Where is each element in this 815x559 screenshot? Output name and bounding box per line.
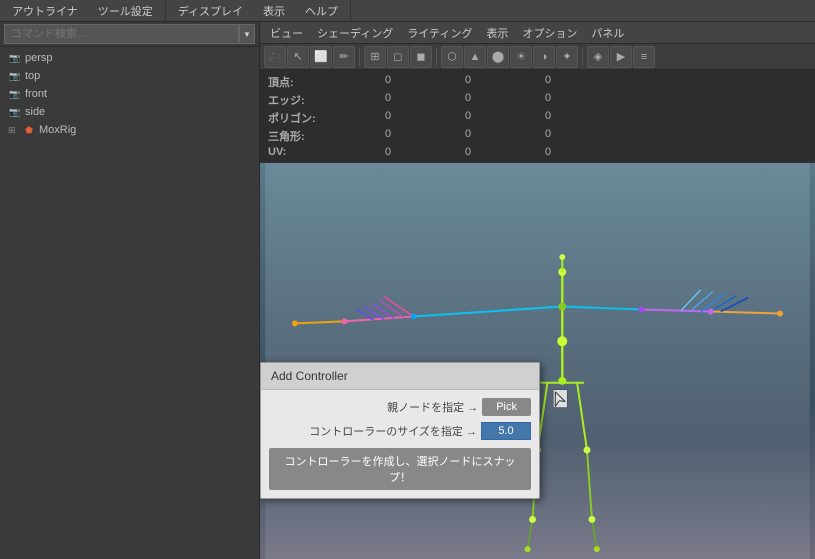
separator-3 [582,48,583,66]
viewport-canvas[interactable]: Add Controller 親ノードを指定 → Pick コントローラーのサイ… [260,163,815,559]
menu-outliner[interactable]: アウトライナ [8,3,82,19]
add-controller-dialog: Add Controller 親ノードを指定 → Pick コントローラーのサイ… [260,362,540,499]
stat-vertex-val3: 0 [508,74,588,90]
tool-light[interactable]: ☀ [510,46,532,68]
tree-item-side[interactable]: 📷 side [0,103,259,121]
stat-triangle-val1: 0 [348,128,428,144]
search-container: ▼ [0,22,259,47]
expand-icon-moxrig: ⊞ [8,125,20,136]
menu-bar: アウトライナ ツール設定 ディスプレイ 表示 ヘルプ [0,0,815,22]
stat-triangle-label: 三角形: [268,128,348,144]
stat-triangle-val3: 0 [508,128,588,144]
stat-polygon-val1: 0 [348,110,428,126]
vp-menu-options[interactable]: オプション [516,22,583,43]
right-panel: ビュー シェーディング ライティング 表示 オプション パネル 🎥 ↖ ⬜ ✏ … [260,22,815,559]
command-search-input[interactable] [4,24,239,44]
stat-polygon-val2: 0 [428,110,508,126]
stat-triangle-val2: 0 [428,128,508,144]
tool-wire[interactable]: ◻ [387,46,409,68]
tree-item-persp[interactable]: 📷 persp [0,49,259,67]
stat-vertex-val2: 0 [428,74,508,90]
left-panel: ▼ 📷 persp 📷 top 📷 front 📷 side [0,22,260,559]
rig-svg [260,163,815,559]
tree-label-persp: persp [25,52,53,64]
viewport-toolbar: 🎥 ↖ ⬜ ✏ ⊞ ◻ ◼ ⬡ ▲ ⬤ ☀ ◑ ✦ ◈ ▶ ≡ [260,44,815,70]
tool-shadow[interactable]: ◑ [533,46,555,68]
tool-select[interactable]: ↖ [287,46,309,68]
tool-nurbs[interactable]: ⬤ [487,46,509,68]
outliner-menu-section: アウトライナ ツール設定 [0,0,166,21]
vp-menu-view[interactable]: ビュー [264,22,309,43]
main-layout: ▼ 📷 persp 📷 top 📷 front 📷 side [0,22,815,559]
tree-item-moxrig[interactable]: ⊞ ⬟ MoxRig [0,121,259,139]
tool-lasso[interactable]: ⬜ [310,46,332,68]
tree-item-front[interactable]: 📷 front [0,85,259,103]
outliner-tree: 📷 persp 📷 top 📷 front 📷 side ⊞ ⬟ [0,47,259,559]
stat-edge-val2: 0 [428,92,508,108]
stat-edge-label: エッジ: [268,92,348,108]
vp-menu-shading[interactable]: シェーディング [311,22,399,43]
stat-edge-val1: 0 [348,92,428,108]
tool-grid[interactable]: ⊞ [364,46,386,68]
camera-icon-side: 📷 [8,105,22,119]
stat-uv-val1: 0 [348,146,428,158]
vp-menu-display[interactable]: 表示 [480,22,514,43]
menu-help[interactable]: ヘルプ [301,3,342,19]
dialog-row-pick: 親ノードを指定 → Pick [269,398,531,416]
dialog-body: 親ノードを指定 → Pick コントローラーのサイズを指定 → コントローラーを… [261,390,539,498]
tree-label-front: front [25,88,47,100]
stat-edge-val3: 0 [508,92,588,108]
tool-iso[interactable]: ◈ [587,46,609,68]
stat-polygon-val3: 0 [508,110,588,126]
stat-uv-label: UV: [268,146,348,158]
menu-tool-settings[interactable]: ツール設定 [94,3,157,19]
dialog-parent-label: 親ノードを指定 → [269,399,478,415]
tool-hud[interactable]: ≡ [633,46,655,68]
separator-1 [359,48,360,66]
search-dropdown-icon[interactable]: ▼ [239,24,255,44]
tool-shade[interactable]: ◼ [410,46,432,68]
stat-uv-val3: 0 [508,146,588,158]
stats-area: 頂点: 0 0 0 エッジ: 0 0 0 ポリゴン: 0 0 0 三角形: 0 … [260,70,815,163]
tree-label-side: side [25,106,45,118]
menu-view[interactable]: 表示 [259,3,289,19]
camera-icon-top: 📷 [8,69,22,83]
dialog-size-input[interactable] [481,422,531,440]
group-icon-moxrig: ⬟ [22,123,36,137]
tool-paint[interactable]: ✏ [333,46,355,68]
menu-display[interactable]: ディスプレイ [174,3,247,19]
stat-vertex-label: 頂点: [268,74,348,90]
stat-uv-val2: 0 [428,146,508,158]
tool-aa[interactable]: ✦ [556,46,578,68]
tool-obj[interactable]: ⬡ [441,46,463,68]
vp-menu-panels[interactable]: パネル [585,22,630,43]
dialog-title: Add Controller [261,363,539,390]
camera-icon-front: 📷 [8,87,22,101]
vp-menu-lighting[interactable]: ライティング [401,22,478,43]
tool-anim[interactable]: ▶ [610,46,632,68]
dialog-pick-button[interactable]: Pick [482,398,531,416]
tree-item-top[interactable]: 📷 top [0,67,259,85]
camera-icon-persp: 📷 [8,51,22,65]
dialog-row-size: コントローラーのサイズを指定 → [269,422,531,440]
tool-poly[interactable]: ▲ [464,46,486,68]
dialog-create-button[interactable]: コントローラーを作成し、選択ノードにスナップ！ [269,448,531,490]
display-menu-section: ディスプレイ 表示 ヘルプ [166,0,351,21]
separator-2 [436,48,437,66]
stat-polygon-label: ポリゴン: [268,110,348,126]
tree-label-top: top [25,70,40,82]
tree-label-moxrig: MoxRig [39,124,76,136]
tool-camera[interactable]: 🎥 [264,46,286,68]
dialog-size-label: コントローラーのサイズを指定 → [269,423,477,439]
viewport-menu: ビュー シェーディング ライティング 表示 オプション パネル [260,22,815,44]
stat-vertex-val1: 0 [348,74,428,90]
